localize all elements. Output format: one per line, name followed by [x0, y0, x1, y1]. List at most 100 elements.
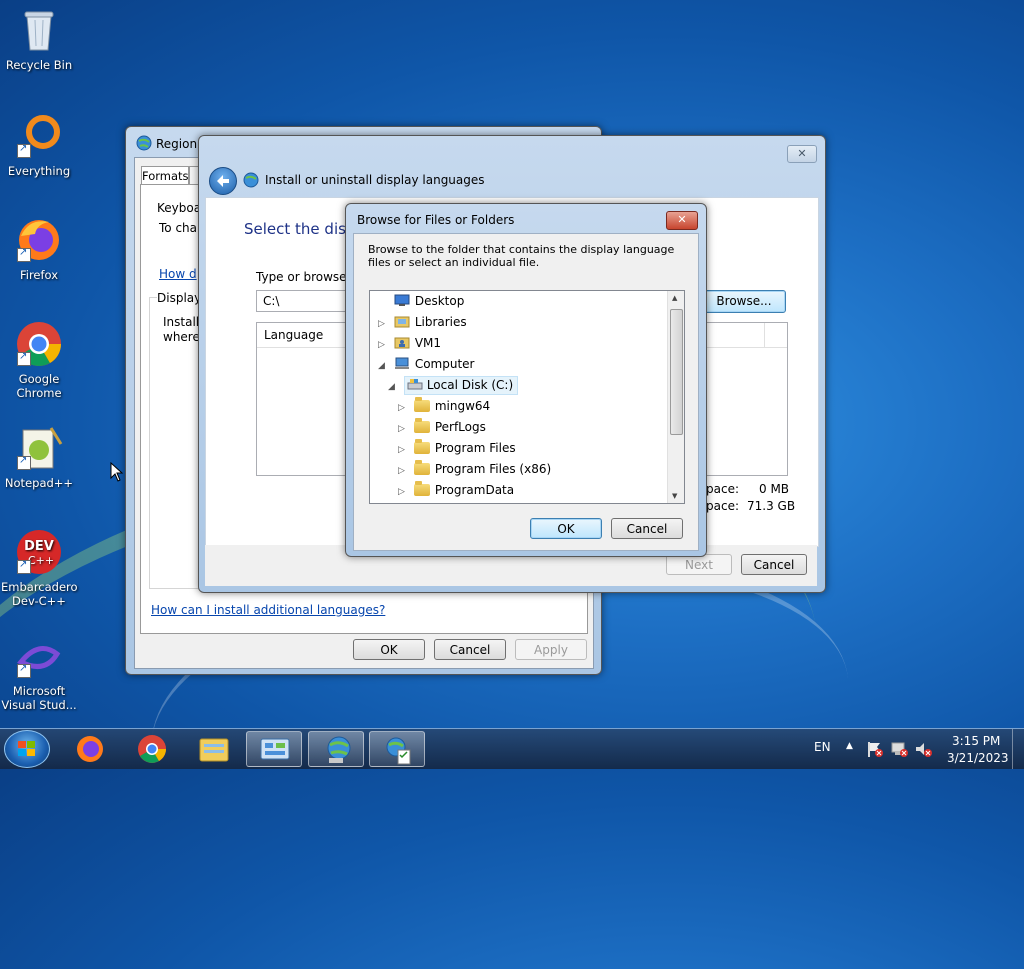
chrome-icon: [138, 735, 166, 763]
dialog-cancel-button[interactable]: Cancel: [611, 518, 683, 539]
scroll-up-icon[interactable]: ▲: [672, 294, 677, 302]
taskbar-chrome[interactable]: [124, 731, 180, 767]
file-explorer-icon: [199, 738, 229, 762]
wizard-heading: Select the disp: [244, 220, 356, 238]
volume-muted-icon[interactable]: [914, 740, 932, 758]
tree-item-program-files-x86[interactable]: ▷ Program Files (x86): [398, 459, 551, 479]
keyboard-link[interactable]: How d: [159, 267, 197, 281]
apply-button[interactable]: Apply: [515, 639, 587, 660]
taskbar-explorer[interactable]: [186, 731, 242, 767]
close-icon[interactable]: ✕: [787, 145, 817, 163]
desktop-icon: [394, 294, 410, 306]
clock-date[interactable]: 3/21/2023: [947, 751, 1009, 765]
taskbar-region[interactable]: [308, 731, 364, 767]
tree-expander[interactable]: ▷: [398, 482, 410, 502]
desktop-icon-label: Recycle Bin: [5, 58, 73, 72]
keyboard-group-label: Keyboa: [157, 201, 202, 215]
dialog-description: Browse to the folder that contains the d…: [368, 243, 675, 269]
computer-icon: [394, 357, 409, 369]
taskbar: EN ▲ 3:15 PM 3/21/2023: [0, 728, 1024, 769]
desktop-icon-label: Google Chrome: [16, 372, 62, 400]
display-text-2: where: [163, 330, 200, 344]
tree-item-vm1[interactable]: ▷ VM1: [378, 333, 441, 353]
tree-expander[interactable]: ◢: [388, 377, 400, 397]
desktop-icon-label: Everything: [7, 164, 71, 178]
desktop-icon-everything[interactable]: Everything: [1, 112, 77, 178]
network-icon[interactable]: [890, 740, 908, 758]
region-globe-icon: [327, 736, 351, 763]
path-input-value: C:\: [263, 294, 280, 308]
clock-time[interactable]: 3:15 PM: [952, 734, 1000, 748]
dialog-ok-button[interactable]: OK: [530, 518, 602, 539]
install-languages-link[interactable]: How can I install additional languages?: [151, 603, 385, 617]
space-required-value: 0 MB: [759, 482, 790, 496]
tree-expander[interactable]: ▷: [398, 440, 410, 460]
start-button[interactable]: [4, 730, 50, 768]
tree-item-local-disk[interactable]: ◢ Local Disk (C:): [388, 375, 519, 397]
tree-item-libraries[interactable]: ▷ Libraries: [378, 312, 467, 332]
tree-item-label: Program Files: [434, 441, 516, 455]
chrome-icon: [15, 320, 63, 368]
region-globe-icon: [136, 135, 152, 151]
desktop-icon-visual-studio[interactable]: Microsoft Visual Stud...: [1, 644, 77, 712]
cancel-button[interactable]: Cancel: [434, 639, 506, 660]
tree-expander[interactable]: ▷: [398, 461, 410, 481]
tree-expander[interactable]: ▷: [378, 335, 390, 355]
scroll-thumb[interactable]: [670, 309, 683, 435]
selected-highlight: Local Disk (C:): [403, 376, 519, 395]
folder-icon: [413, 481, 430, 496]
browse-dialog[interactable]: Browse for Files or Folders ✕ Browse to …: [345, 203, 707, 557]
taskbar-control-panel[interactable]: [246, 731, 302, 767]
tree-item-desktop[interactable]: Desktop: [378, 291, 464, 311]
svg-text:C++: C++: [28, 554, 54, 567]
tree-item-computer[interactable]: ◢ Computer: [378, 354, 474, 374]
control-panel-icon: [260, 738, 290, 760]
mouse-cursor-icon: [110, 462, 124, 482]
taskbar-firefox[interactable]: [62, 731, 118, 767]
tree-expander[interactable]: ▷: [398, 419, 410, 439]
language-globe-icon: [243, 172, 259, 188]
show-hidden-icons[interactable]: ▲: [846, 741, 853, 751]
desktop-icon-notepadpp[interactable]: Notepad++: [1, 424, 77, 490]
tree-scrollbar[interactable]: ▲ ▼: [667, 291, 684, 503]
language-indicator[interactable]: EN: [814, 740, 831, 754]
wizard-cancel-button[interactable]: Cancel: [741, 554, 807, 575]
firefox-icon: [15, 216, 63, 264]
tree-item-label: Program Files (x86): [434, 462, 552, 476]
shortcut-arrow-icon: [17, 142, 31, 158]
folder-tree[interactable]: ▲ ▼ Desktop ▷ Libraries ▷ VM1 ◢ Computer: [369, 290, 685, 504]
tree-item-label: Desktop: [414, 294, 465, 308]
tree-item-label: ProgramData: [434, 483, 515, 497]
show-desktop-button[interactable]: [1012, 729, 1024, 769]
tree-expander[interactable]: ▷: [378, 314, 390, 334]
dialog-client: Browse to the folder that contains the d…: [353, 233, 699, 551]
taskbar-install-languages[interactable]: [369, 731, 425, 767]
next-button[interactable]: Next: [666, 554, 732, 575]
tree-item-program-files[interactable]: ▷ Program Files: [398, 438, 516, 458]
folder-icon: [413, 418, 430, 433]
column-language[interactable]: Language: [264, 328, 323, 342]
space-available-label: pace:: [706, 499, 739, 513]
shortcut-arrow-icon: [17, 558, 31, 574]
devcpp-icon: DEV C++: [15, 528, 63, 576]
desktop-icon-chrome[interactable]: Google Chrome: [1, 320, 77, 400]
tab-formats[interactable]: Formats: [141, 166, 189, 185]
tree-expander[interactable]: ◢: [378, 356, 390, 376]
browse-button[interactable]: Browse...: [702, 290, 786, 313]
ok-button[interactable]: OK: [353, 639, 425, 660]
tree-item-mingw64[interactable]: ▷ mingw64: [398, 396, 490, 416]
firefox-icon: [77, 736, 103, 762]
tree-item-perflogs[interactable]: ▷ PerfLogs: [398, 417, 486, 437]
folder-icon: [413, 460, 430, 475]
desktop-icon-devcpp[interactable]: DEVC++ Embarcadero Dev-C++: [1, 528, 78, 608]
scroll-down-icon[interactable]: ▼: [672, 492, 677, 500]
dialog-close-icon[interactable]: ✕: [666, 211, 698, 230]
desktop-icon-firefox[interactable]: Firefox: [1, 216, 77, 282]
desktop-icon-recycle-bin[interactable]: Recycle Bin: [1, 6, 77, 72]
language-globe-icon: [386, 737, 411, 765]
display-group-label: Display: [157, 291, 204, 305]
tree-expander[interactable]: ▷: [398, 398, 410, 418]
back-arrow-icon[interactable]: [209, 167, 237, 195]
tree-item-programdata[interactable]: ▷ ProgramData: [398, 480, 514, 500]
action-center-flag-icon[interactable]: [866, 740, 884, 758]
